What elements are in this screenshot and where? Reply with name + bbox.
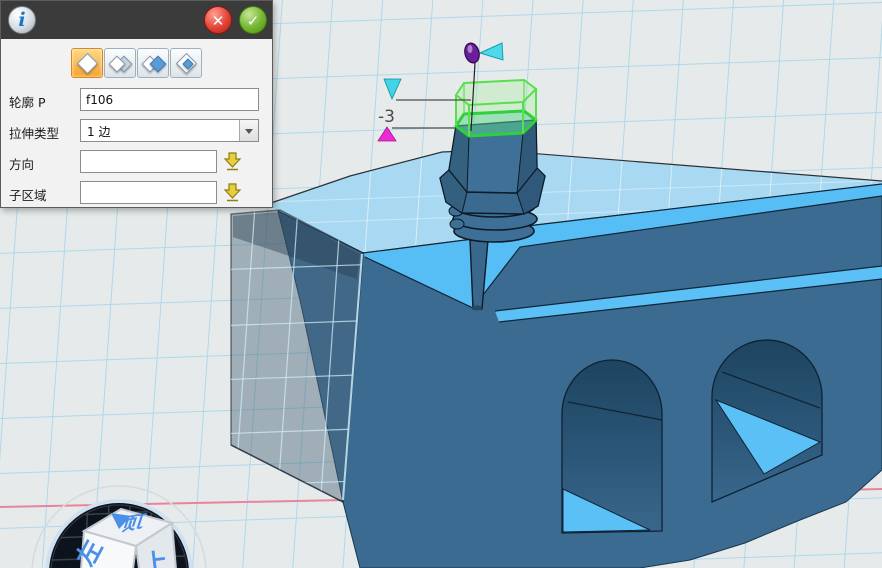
extrude-type-label: 拉伸类型: [9, 123, 59, 142]
subregion-input[interactable]: [80, 181, 217, 204]
cad-application-window: -3 顶 左 上: [0, 0, 882, 568]
extrude-options-dialog: i ✕ ✓ 轮廓 P 拉伸类型 1 边 方向 子区域: [0, 0, 273, 208]
extrude-mode-button-2[interactable]: [104, 48, 136, 78]
pick-arrow-icon: [222, 151, 243, 172]
view-cube-right-label: 上: [141, 547, 169, 568]
pick-arrow-icon: [222, 182, 243, 203]
close-icon: ✕: [212, 12, 225, 30]
extrude-mode-button-1[interactable]: [71, 48, 103, 78]
check-icon: ✓: [247, 12, 260, 30]
profile-input[interactable]: [80, 88, 259, 111]
direction-input[interactable]: [80, 150, 217, 173]
subregion-label: 子区域: [9, 185, 47, 204]
subregion-pick-button[interactable]: [222, 182, 243, 203]
extrude-type-dropdown[interactable]: 1 边: [80, 119, 259, 142]
diamond-single-icon: [77, 53, 98, 74]
dropdown-arrow[interactable]: [239, 120, 258, 141]
extrude-mode-button-3[interactable]: [137, 48, 169, 78]
info-icon[interactable]: i: [8, 6, 36, 34]
arch-cutout-left: [562, 360, 662, 533]
extrude-distance-value[interactable]: -3: [378, 107, 395, 127]
direction-label: 方向: [9, 154, 34, 173]
extrude-mode-button-4[interactable]: [170, 48, 202, 78]
profile-label: 轮廓 P: [9, 92, 46, 111]
chevron-down-icon: [245, 129, 253, 134]
confirm-button[interactable]: ✓: [239, 6, 267, 34]
cancel-button[interactable]: ✕: [204, 6, 232, 34]
extrude-type-value: 1 边: [87, 123, 110, 140]
dialog-titlebar[interactable]: i ✕ ✓: [1, 1, 272, 39]
extrude-preview[interactable]: [456, 80, 536, 136]
direction-pick-button[interactable]: [222, 151, 243, 172]
